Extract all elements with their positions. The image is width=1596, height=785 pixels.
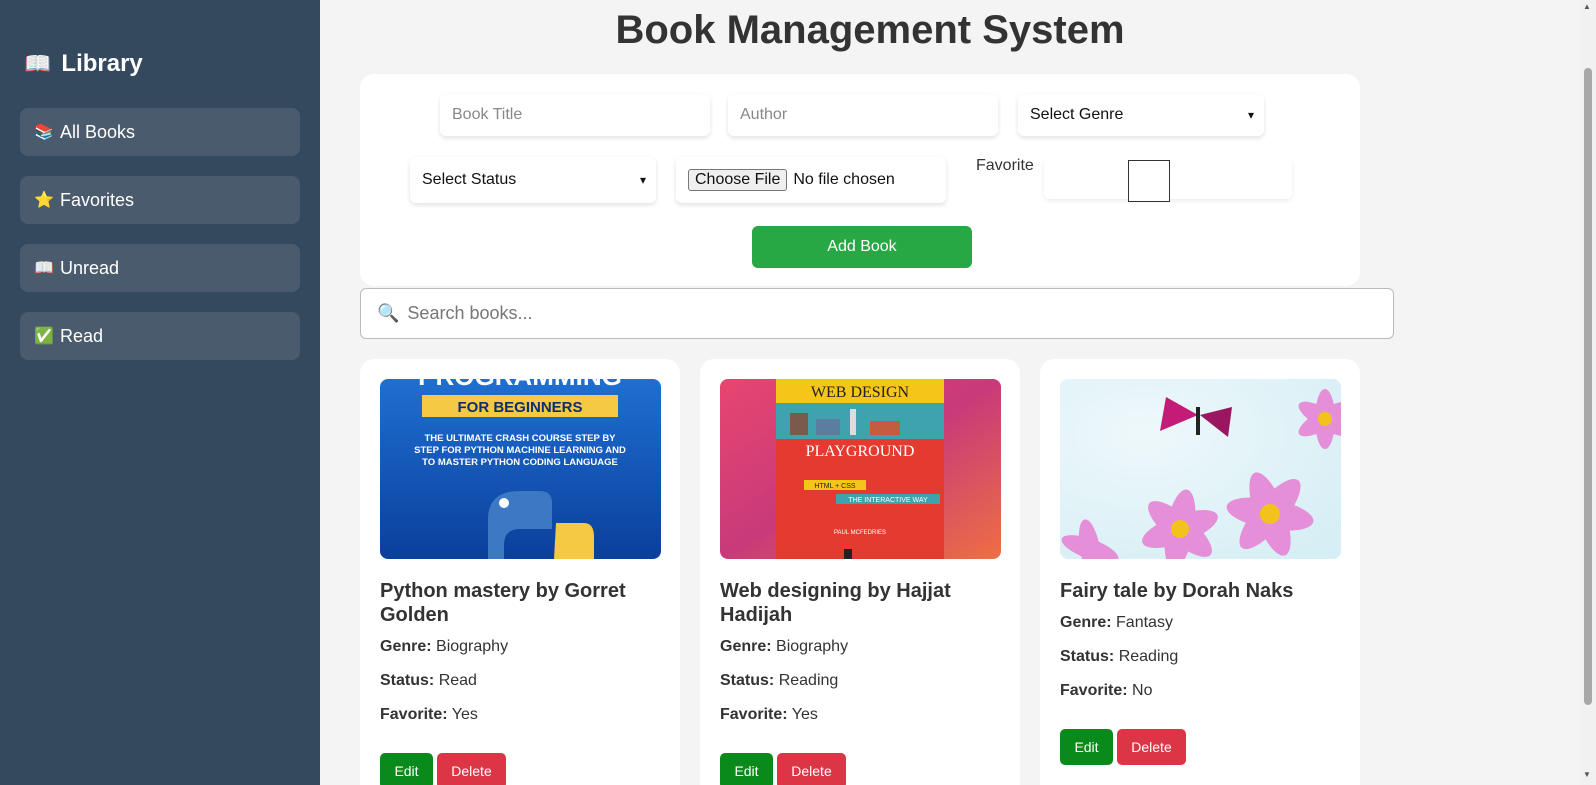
star-icon: ⭐ <box>34 192 54 209</box>
author-input[interactable]: Author <box>728 94 998 136</box>
book-genre: Genre: Fantasy <box>1060 614 1173 631</box>
sidebar-item-favorites[interactable]: ⭐ Favorites <box>20 176 300 224</box>
book-status: Status: Read <box>380 672 477 689</box>
delete-button[interactable]: Delete <box>1117 729 1186 765</box>
chevron-down-icon: ▾ <box>639 173 646 187</box>
book-title: Fairy tale by Dorah Naks <box>1060 580 1294 602</box>
book-title: Python mastery by Gorret Golden <box>380 580 626 626</box>
cover-text: HTML + CSS <box>814 483 855 490</box>
sidebar-title-label: Library <box>61 50 143 77</box>
cover-text: PAUL MCFEDRIES <box>834 530 886 536</box>
status-select-value: Select Status <box>422 171 517 188</box>
sidebar: 📖 Library 📚 All Books ⭐ Favorites 📖 Unre… <box>0 0 320 785</box>
search-input[interactable]: 🔍 Search books... <box>360 288 1394 339</box>
book-card: PROGRAMMING FOR BEGINNERS THE ULTIMATE C… <box>360 359 680 785</box>
open-book-icon: 📖 <box>34 260 54 277</box>
book-title-input[interactable]: Book Title <box>440 94 710 136</box>
cover-text: PLAYGROUND <box>806 443 915 460</box>
search-placeholder: Search books... <box>407 303 533 323</box>
genre-select-value: Select Genre <box>1030 106 1124 123</box>
edit-button[interactable]: Edit <box>1060 729 1113 765</box>
book-favorite: Favorite: Yes <box>380 706 478 723</box>
cover-text: THE ULTIMATE CRASH COURSE STEP BY <box>424 433 616 444</box>
book-favorite: Favorite: Yes <box>720 706 818 723</box>
choose-file-button[interactable]: Choose File <box>688 169 788 191</box>
book-card: WEB DESIGN PLAYGROUND HTML + CSS THE INT… <box>700 359 1020 785</box>
book-status: Status: Reading <box>1060 648 1179 665</box>
book-genre: Genre: Biography <box>720 638 849 655</box>
favorite-checkbox[interactable] <box>1128 160 1170 202</box>
scroll-down-arrow-icon[interactable]: ▼ <box>1583 770 1591 779</box>
delete-button[interactable]: Delete <box>437 753 506 785</box>
scrollbar-thumb[interactable] <box>1584 68 1592 705</box>
add-book-button[interactable]: Add Book <box>752 226 972 268</box>
sidebar-item-read[interactable]: ✅ Read <box>20 312 300 360</box>
cover-file-input[interactable]: Choose File No file chosen <box>676 157 946 203</box>
book-title: Web designing by Hajjat Hadijah <box>720 580 951 626</box>
edit-button[interactable]: Edit <box>380 753 433 785</box>
search-icon: 🔍 <box>377 303 400 323</box>
genre-select[interactable]: Select Genre ▾ <box>1018 94 1264 136</box>
cover-text: PROGRAMMING <box>418 379 622 391</box>
book-cover-image: WEB DESIGN PLAYGROUND HTML + CSS THE INT… <box>720 379 1001 559</box>
book-status: Status: Reading <box>720 672 839 689</box>
chevron-down-icon: ▾ <box>1247 108 1254 122</box>
sidebar-item-label: All Books <box>60 121 136 142</box>
main-content: Book Management System Book Title Author… <box>320 0 1580 785</box>
page-title: Book Management System <box>615 8 1125 52</box>
cover-text: TO MASTER PYTHON CODING LANGUAGE <box>422 457 618 468</box>
sidebar-item-unread[interactable]: 📖 Unread <box>20 244 300 292</box>
book-genre: Genre: Biography <box>380 638 509 655</box>
edit-button[interactable]: Edit <box>720 753 773 785</box>
vertical-scrollbar[interactable]: ▲ ▼ <box>1580 0 1596 785</box>
cover-text: THE INTERACTIVE WAY <box>848 497 928 504</box>
cover-text: STEP FOR PYTHON MACHINE LEARNING AND <box>414 445 626 456</box>
check-mark-icon: ✅ <box>34 328 54 345</box>
sidebar-item-label: Favorites <box>60 189 135 210</box>
book-card: Fairy tale by Dorah Naks Genre: Fantasy … <box>1040 359 1360 785</box>
open-book-icon: 📖 <box>24 51 52 76</box>
file-status-text: No file chosen <box>793 171 895 188</box>
book-cover-image: PROGRAMMING FOR BEGINNERS THE ULTIMATE C… <box>380 379 661 559</box>
favorite-label: Favorite <box>976 157 1034 174</box>
sidebar-item-label: Read <box>60 325 104 346</box>
sidebar-title: 📖 Library <box>24 50 300 78</box>
sidebar-item-all-books[interactable]: 📚 All Books <box>20 108 300 156</box>
sidebar-item-label: Unread <box>60 257 120 278</box>
status-select[interactable]: Select Status ▾ <box>410 157 656 203</box>
add-book-form: Book Title Author Select Genre ▾ Select … <box>360 74 1360 286</box>
book-favorite: Favorite: No <box>1060 682 1153 699</box>
scroll-up-arrow-icon[interactable]: ▲ <box>1583 2 1591 11</box>
books-icon: 📚 <box>34 124 54 141</box>
delete-button[interactable]: Delete <box>777 753 846 785</box>
cover-text: WEB DESIGN <box>811 384 910 401</box>
book-cover-image <box>1060 379 1341 559</box>
cover-text: FOR BEGINNERS <box>457 399 582 416</box>
